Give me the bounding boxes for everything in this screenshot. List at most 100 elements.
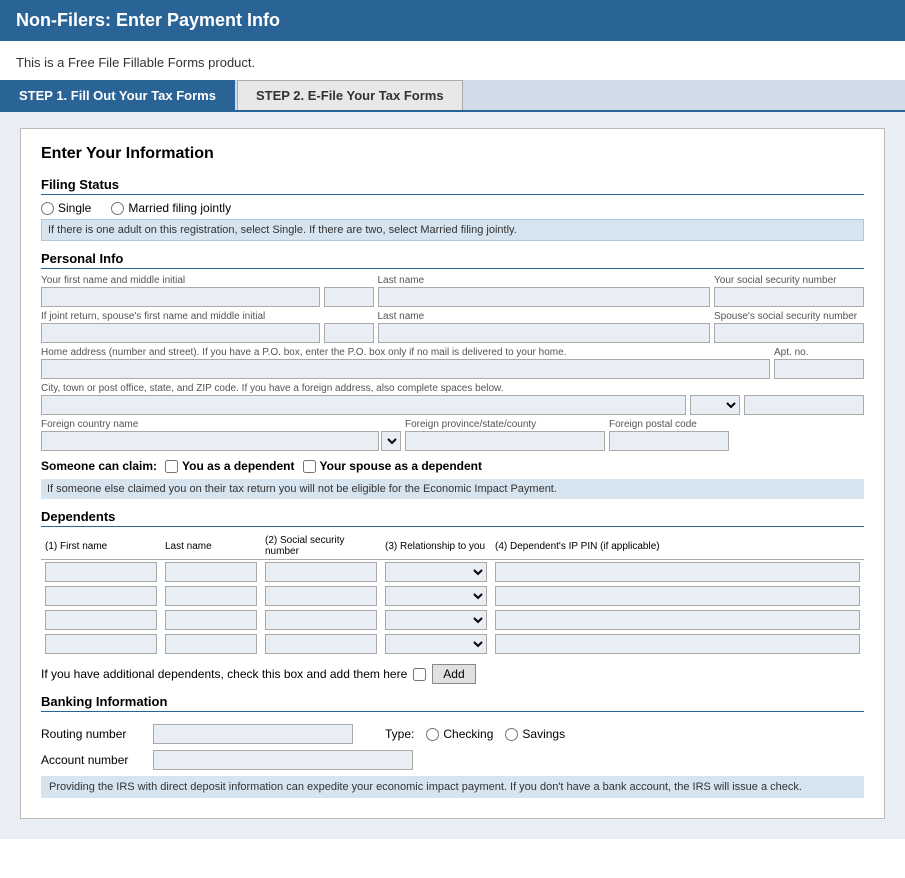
savings-option[interactable]: Savings [505,727,565,741]
spouse-dependent-option[interactable]: Your spouse as a dependent [303,459,482,473]
address-group: Home address (number and street). If you… [41,347,770,379]
dep3-pin[interactable] [495,610,860,630]
spouse-mi-input[interactable] [324,323,374,343]
form-container: Enter Your Information Filing Status Sin… [0,112,905,839]
last-name-label: Last name [378,275,711,286]
spouse-ssn-input[interactable] [714,323,864,343]
foreign-country-group: Foreign country name [41,419,401,451]
foreign-province-input[interactable] [405,431,605,451]
name-row-2: If joint return, spouse's first name and… [41,311,864,343]
spouse-last-label: Last name [378,311,711,322]
someone-claim-label: Someone can claim: [41,459,157,473]
dep-col-relationship: (3) Relationship to you [381,533,491,560]
add-dependents-button[interactable]: Add [432,664,475,684]
dep2-relationship[interactable] [385,586,487,606]
foreign-country-input[interactable] [41,431,379,451]
middle-initial-input[interactable] [324,287,374,307]
state-select[interactable] [690,395,740,415]
filing-status-note: If there is one adult on this registrati… [41,219,864,241]
tab-step1[interactable]: STEP 1. Fill Out Your Tax Forms [0,80,235,110]
dep-col-lastname: Last name [161,533,261,560]
dep4-ssn[interactable] [265,634,377,654]
first-name-input[interactable] [41,287,320,307]
page-header: Non-Filers: Enter Payment Info [0,0,905,41]
routing-input[interactable] [153,724,353,744]
routing-label: Routing number [41,727,141,741]
ssn-group: Your social security number [714,275,864,307]
eip-warning: If someone else claimed you on their tax… [41,479,864,499]
dep3-firstname[interactable] [45,610,157,630]
spouse-first-input[interactable] [41,323,320,343]
account-label: Account number [41,753,141,767]
account-input[interactable] [153,750,413,770]
dep4-firstname[interactable] [45,634,157,654]
dep2-firstname[interactable] [45,586,157,606]
foreign-postal-group: Foreign postal code [609,419,729,451]
married-option[interactable]: Married filing jointly [111,201,231,215]
apt-group: Apt. no. [774,347,864,379]
someone-claim-row: Someone can claim: You as a dependent Yo… [41,459,864,473]
type-label: Type: [385,727,414,741]
dependents-section: (1) First name Last name (2) Social secu… [41,533,864,656]
foreign-postal-label: Foreign postal code [609,419,729,430]
last-name-input[interactable] [378,287,711,307]
foreign-province-group: Foreign province/state/county [405,419,605,451]
spouse-last-input[interactable] [378,323,711,343]
spouse-first-label: If joint return, spouse's first name and… [41,311,374,322]
dep3-relationship[interactable] [385,610,487,630]
banking-title: Banking Information [41,694,864,712]
filing-status-title: Filing Status [41,177,864,195]
city-state-label: City, town or post office, state, and ZI… [41,383,864,394]
married-radio[interactable] [111,202,124,215]
city-input[interactable] [41,395,686,415]
dep2-pin[interactable] [495,586,860,606]
foreign-country-select[interactable] [381,431,401,451]
spouse-dependent-checkbox[interactable] [303,460,316,473]
dep1-firstname[interactable] [45,562,157,582]
dep2-ssn[interactable] [265,586,377,606]
dep1-lastname[interactable] [165,562,257,582]
checking-option[interactable]: Checking [426,727,493,741]
savings-radio[interactable] [505,728,518,741]
first-name-group: Your first name and middle initial [41,275,374,307]
dep-col-ssn: (2) Social security number [261,533,381,560]
dep1-ssn[interactable] [265,562,377,582]
single-radio[interactable] [41,202,54,215]
ssn-input[interactable] [714,287,864,307]
foreign-country-label: Foreign country name [41,419,401,430]
you-dependent-checkbox[interactable] [165,460,178,473]
last-name-group: Last name [378,275,711,307]
form-section-title: Enter Your Information [41,145,864,163]
dep4-pin[interactable] [495,634,860,654]
city-state-group: City, town or post office, state, and ZI… [41,383,864,415]
spouse-ssn-group: Spouse's social security number [714,311,864,343]
routing-row: Routing number Type: Checking Savings [41,724,864,744]
personal-info-title: Personal Info [41,251,864,269]
address-input[interactable] [41,359,770,379]
dep1-relationship[interactable] [385,562,487,582]
dep-row-4 [41,632,864,656]
add-dependents-checkbox[interactable] [413,668,426,681]
foreign-postal-input[interactable] [609,431,729,451]
zip-input[interactable] [744,395,864,415]
dep4-lastname[interactable] [165,634,257,654]
filing-status-row: Single Married filing jointly [41,201,864,215]
dep2-lastname[interactable] [165,586,257,606]
page-title: Non-Filers: Enter Payment Info [16,10,280,30]
checking-radio[interactable] [426,728,439,741]
dep-col-pin: (4) Dependent's IP PIN (if applicable) [491,533,864,560]
address-label: Home address (number and street). If you… [41,347,770,358]
dep3-lastname[interactable] [165,610,257,630]
add-dependents-text: If you have additional dependents, check… [41,667,407,681]
city-row: City, town or post office, state, and ZI… [41,383,864,415]
dep-row-1 [41,560,864,585]
dep3-ssn[interactable] [265,610,377,630]
single-option[interactable]: Single [41,201,91,215]
apt-input[interactable] [774,359,864,379]
you-dependent-option[interactable]: You as a dependent [165,459,294,473]
foreign-province-label: Foreign province/state/county [405,419,605,430]
dep-header-row: (1) First name Last name (2) Social secu… [41,533,864,560]
tab-step2[interactable]: STEP 2. E-File Your Tax Forms [237,80,463,110]
dep1-pin[interactable] [495,562,860,582]
dep4-relationship[interactable] [385,634,487,654]
